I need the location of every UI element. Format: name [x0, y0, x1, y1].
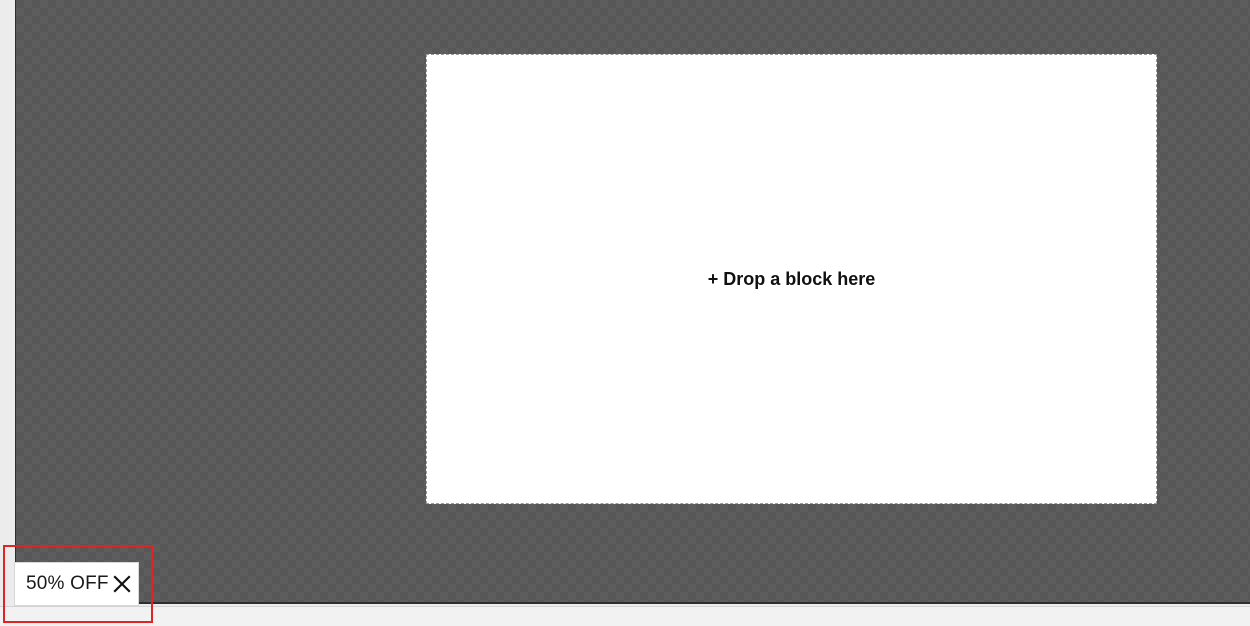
promo-highlight-box: [3, 545, 153, 623]
editor-canvas: + Drop a block here: [15, 0, 1250, 604]
left-rail: [0, 0, 15, 606]
bottom-status-strip: [0, 606, 1250, 626]
block-drop-zone[interactable]: + Drop a block here: [426, 54, 1157, 504]
drop-zone-label: + Drop a block here: [707, 268, 876, 289]
